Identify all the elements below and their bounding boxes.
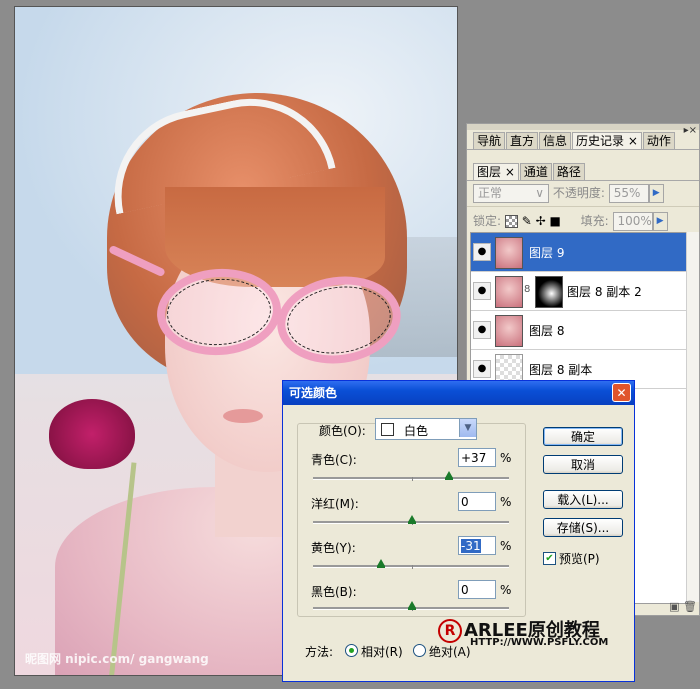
color-label: 颜色(O):: [319, 424, 366, 438]
cyan-slider-thumb[interactable]: [445, 471, 453, 480]
black-input[interactable]: 0: [458, 580, 496, 599]
blend-mode-value: 正常: [478, 186, 503, 200]
panel-tabs-layers: 图层 × 通道 路径: [473, 163, 586, 181]
layer-thumbnail: [495, 276, 523, 308]
layer-row[interactable]: ● 图层 9: [471, 233, 687, 272]
tab-histogram[interactable]: 直方: [506, 132, 539, 150]
divider: [467, 180, 699, 181]
fill-label: 填充:: [580, 214, 609, 228]
cyan-slider-track[interactable]: [313, 477, 509, 480]
eye-icon[interactable]: ●: [473, 360, 491, 378]
color-select[interactable]: 白色 ▼: [375, 418, 477, 440]
cyan-input[interactable]: +37: [458, 448, 496, 467]
panel-controls-icon[interactable]: ▸×: [684, 125, 697, 136]
divider: [467, 206, 699, 207]
opacity-input[interactable]: 55%: [608, 184, 649, 203]
layer-thumbnail: [495, 237, 523, 269]
absolute-label: 绝对(A): [429, 645, 471, 659]
yellow-slider-thumb[interactable]: [377, 559, 385, 568]
layer-name: 图层 9: [529, 246, 565, 260]
tab-layers[interactable]: 图层 ×: [473, 163, 519, 181]
magenta-slider-thumb[interactable]: [408, 515, 416, 524]
preview-checkbox[interactable]: ✔: [543, 552, 556, 565]
panel-footer-icons[interactable]: ▣ 🗑: [669, 600, 697, 613]
slider-center-tick: [412, 477, 413, 481]
chain-link-icon[interactable]: 8: [524, 284, 530, 295]
preview-label: 预览(P): [559, 552, 600, 566]
divider: [467, 149, 699, 150]
color-swatch: [381, 423, 394, 436]
layer-name: 图层 8 副本 2: [567, 285, 642, 299]
registered-logo-icon: R: [438, 619, 462, 643]
layer-name: 图层 8: [529, 324, 565, 338]
chevron-down-icon[interactable]: ▼: [459, 419, 476, 437]
blend-mode-select[interactable]: 正常 ∨: [473, 184, 549, 203]
rose-flower: [49, 399, 135, 469]
lock-transparency-icon[interactable]: [504, 215, 518, 228]
relative-radio[interactable]: [345, 644, 358, 657]
percent-label: %: [500, 495, 512, 509]
subject-lips: [223, 409, 263, 423]
panel-tabs-top: 导航 直方 信息 历史记录 × 动作: [473, 132, 676, 150]
opacity-arrow-icon[interactable]: ▶: [648, 184, 664, 203]
blend-row: 正常 ∨ 不透明度: 55% ▶: [473, 184, 693, 203]
close-button[interactable]: ✕: [612, 383, 631, 402]
layer-name: 图层 8 副本: [529, 363, 593, 377]
black-label: 黑色(B):: [311, 585, 357, 599]
magenta-label: 洋红(M):: [311, 497, 359, 511]
lock-row: 锁定: ✎ ✢ ■ 填充: 100% ▶: [473, 212, 693, 231]
cancel-button[interactable]: 取消: [543, 455, 623, 474]
cyan-label: 青色(C):: [311, 453, 357, 467]
lock-brush-icon[interactable]: ✎: [522, 214, 532, 228]
brand-url: HTTP://WWW.PSFLY.COM: [470, 637, 609, 648]
load-button[interactable]: 载入(L)...: [543, 490, 623, 509]
layer-row[interactable]: ● 8 图层 8 副本 2: [471, 272, 687, 311]
tab-paths[interactable]: 路径: [552, 163, 585, 181]
tab-navigator[interactable]: 导航: [473, 132, 506, 150]
percent-label: %: [500, 451, 512, 465]
dialog-title: 可选颜色: [289, 386, 338, 400]
chevron-down-icon: ∨: [535, 186, 544, 200]
lock-move-icon[interactable]: ✢: [536, 214, 546, 228]
save-button[interactable]: 存储(S)...: [543, 518, 623, 537]
yellow-input-value: -31: [461, 539, 481, 553]
method-label: 方法:: [305, 645, 334, 659]
tab-actions[interactable]: 动作: [642, 132, 675, 150]
black-slider-thumb[interactable]: [408, 601, 416, 610]
absolute-radio[interactable]: [413, 644, 426, 657]
tab-history[interactable]: 历史记录 ×: [572, 132, 642, 150]
watermark: 昵图网 nipic.com/ gangwang: [25, 652, 209, 666]
dialog-titlebar[interactable]: 可选颜色 ✕: [283, 381, 634, 405]
magenta-input[interactable]: 0: [458, 492, 496, 511]
percent-label: %: [500, 583, 512, 597]
layer-row[interactable]: ● 图层 8: [471, 311, 687, 350]
yellow-label: 黄色(Y):: [311, 541, 356, 555]
eye-icon[interactable]: ●: [473, 243, 491, 261]
lock-all-icon[interactable]: ■: [549, 214, 560, 228]
fill-arrow-icon[interactable]: ▶: [652, 212, 668, 231]
layers-scrollbar[interactable]: [686, 232, 699, 602]
yellow-input[interactable]: -31: [458, 536, 496, 555]
slider-center-tick: [412, 565, 413, 569]
yellow-slider-track[interactable]: [313, 565, 509, 568]
layer-mask-thumbnail[interactable]: [535, 276, 563, 308]
percent-label: %: [500, 539, 512, 553]
eye-icon[interactable]: ●: [473, 282, 491, 300]
fill-input[interactable]: 100%: [612, 212, 653, 231]
lock-label: 锁定:: [473, 214, 502, 228]
relative-label: 相对(R): [361, 645, 403, 659]
opacity-label: 不透明度:: [552, 186, 605, 200]
layer-thumbnail: [495, 315, 523, 347]
eye-icon[interactable]: ●: [473, 321, 491, 339]
color-select-value: 白色: [404, 424, 429, 438]
tab-channels[interactable]: 通道: [519, 163, 552, 181]
panel-grip[interactable]: [467, 124, 699, 130]
ok-button[interactable]: 确定: [543, 427, 623, 446]
tab-info[interactable]: 信息: [539, 132, 572, 150]
